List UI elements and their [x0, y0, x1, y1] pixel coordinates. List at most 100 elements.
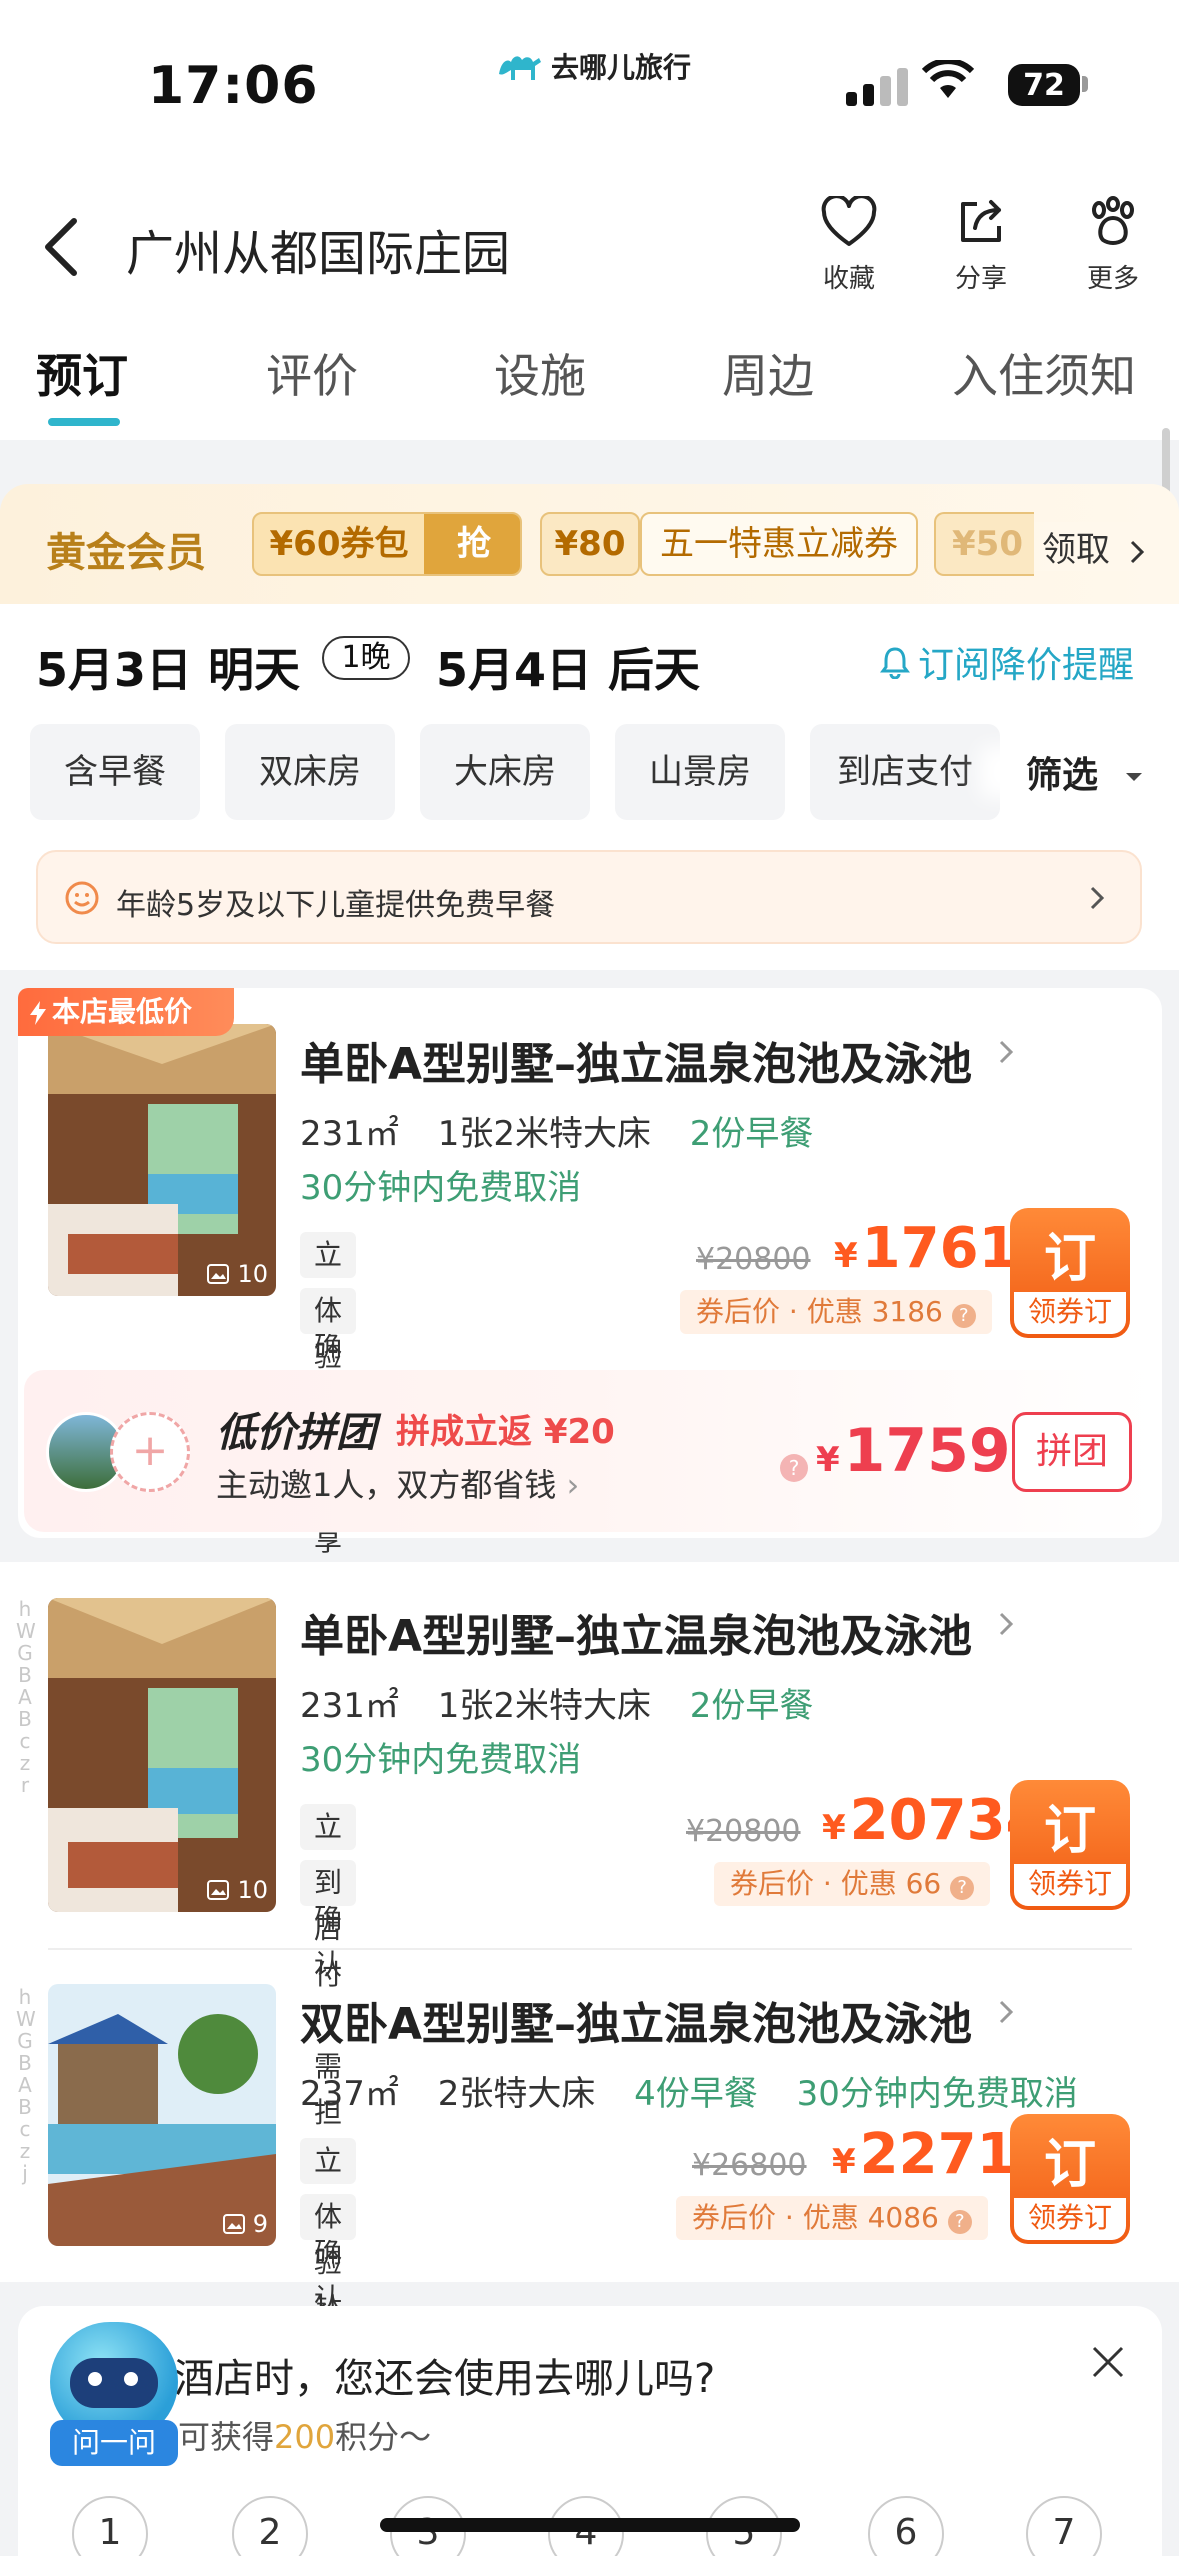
instant-confirm-tag: 立即确认: [300, 1232, 357, 1409]
favorite-label: 收藏: [822, 264, 875, 294]
caret-down-icon: [1125, 773, 1142, 781]
lowest-price-label: 本店最低价: [52, 995, 193, 1028]
back-arrow-icon[interactable]: [40, 215, 84, 279]
home-indicator[interactable]: [380, 2518, 800, 2532]
room-breakfast: 2份早餐: [689, 1114, 814, 1154]
group-buy-button[interactable]: 拼团: [1012, 1412, 1132, 1492]
checkin-date[interactable]: 5月3日 明天: [36, 634, 300, 700]
book-sub-label: 领券订: [1014, 1292, 1126, 1334]
instant-confirm-tag: 立即确认: [300, 1804, 357, 1981]
currency: ¥: [816, 1440, 840, 1480]
filter-chip-king[interactable]: 大床房: [420, 724, 590, 820]
book-button[interactable]: 订 领券订: [1010, 1208, 1130, 1338]
coupon-partial[interactable]: ¥50: [934, 512, 1034, 576]
currency: ¥: [834, 1236, 858, 1276]
diamond-tag: 体验钻石专享: [300, 2194, 357, 2463]
claim-coupons-link[interactable]: 领取: [1034, 522, 1147, 571]
room-title: 单卧A型别墅–独立温泉泡池及泳池: [300, 1611, 973, 1662]
brand-name: 去哪儿旅行: [551, 51, 692, 84]
help-icon: ?: [951, 1304, 976, 1328]
room-breakfast: 2份早餐: [689, 1686, 814, 1726]
notice-text: 年龄5岁及以下儿童提供免费早餐: [116, 888, 556, 923]
help-icon: ?: [950, 1876, 975, 1900]
room-specs: 231㎡ 1张2米特大床 2份早餐: [300, 1678, 813, 1727]
villa-photo-icon: [48, 1984, 276, 2246]
room-title: 双卧A型别墅–独立温泉泡池及泳池: [300, 1999, 973, 2050]
share-label: 分享: [954, 264, 1007, 294]
nights-badge: 1晚: [322, 636, 410, 680]
room-photo[interactable]: 9: [48, 1984, 276, 2246]
photo-count: 10: [207, 1260, 268, 1288]
tab-reviews[interactable]: 评价: [266, 340, 358, 406]
cellular-signal-icon: [846, 66, 908, 106]
discount-text: 券后价 · 优惠 3186: [696, 1295, 943, 1328]
photo-count: 9: [222, 2210, 268, 2238]
chevron-right-icon: [1090, 886, 1105, 910]
checkout-date[interactable]: 5月4日 后天: [436, 634, 700, 700]
heart-icon: [821, 196, 877, 246]
claim-label: 领取: [1042, 530, 1110, 570]
filter-chip-mountain-view[interactable]: 山景房: [615, 724, 785, 820]
image-icon: [207, 1264, 230, 1284]
active-tab-indicator: [48, 418, 120, 426]
tab-nearby[interactable]: 周边: [722, 340, 814, 406]
filter-label: 筛选: [1026, 755, 1099, 796]
group-buy-banner[interactable]: + 低价拼团 拼成立返 ¥20 主动邀1人，双方都省钱 › ? ¥17594 拼…: [24, 1370, 1156, 1532]
wifi-icon: [922, 60, 974, 98]
filter-button[interactable]: 筛选: [1000, 746, 1145, 798]
app-brand: 去哪儿旅行: [495, 46, 691, 86]
assistant-bot-button[interactable]: 问一问: [50, 2322, 178, 2470]
discount-info: 券后价 · 优惠 66 ?: [714, 1862, 991, 1906]
book-button[interactable]: 订 领券订: [1010, 1780, 1130, 1910]
bot-label: 问一问: [50, 2420, 178, 2466]
filter-chip-twin[interactable]: 双床房: [225, 724, 395, 820]
bedroom-photo-icon: [48, 1598, 276, 1912]
filter-chip-breakfast[interactable]: 含早餐: [30, 724, 200, 820]
share-button[interactable]: 分享: [936, 196, 1026, 295]
invite-plus-icon: +: [110, 1412, 190, 1492]
book-button[interactable]: 订 领券订: [1010, 2114, 1130, 2244]
room-bed: 1张2米特大床: [437, 1686, 651, 1726]
group-buy-desc: 主动邀1人，双方都省钱 ›: [216, 1460, 579, 1506]
cancel-policy: 30分钟内免费取消: [300, 1168, 582, 1208]
survey-question: 酒店时，您还会使用去哪儿吗?: [174, 2356, 716, 2402]
may-day-coupon[interactable]: 五一特惠立减券: [640, 512, 918, 576]
filter-chip-pay-at-hotel[interactable]: 到店支付: [810, 724, 1000, 820]
chevron-right-icon: [999, 1612, 1014, 1636]
tab-facilities[interactable]: 设施: [494, 340, 586, 406]
side-watermark: h W G B A B c z r: [16, 1597, 36, 1797]
cancel-policy: 30分钟内免费取消: [300, 1740, 582, 1780]
reward-suffix: 积分～: [335, 2418, 432, 2456]
help-icon: ?: [780, 1454, 808, 1482]
close-icon[interactable]: [1090, 2344, 1126, 2380]
smiley-icon: [65, 881, 99, 915]
tab-checkin-notes[interactable]: 入住须知: [952, 340, 1136, 406]
room-photo[interactable]: 10: [48, 1598, 276, 1912]
battery-tip: [1082, 76, 1088, 92]
more-label: 更多: [1086, 264, 1139, 294]
image-icon: [207, 1880, 230, 1900]
camel-logo-icon: [499, 56, 541, 80]
more-button[interactable]: 更多: [1068, 196, 1158, 295]
help-icon: ?: [947, 2210, 972, 2234]
reward-points: 200: [274, 2418, 336, 2456]
book-sub-label: 领券订: [1014, 1864, 1126, 1906]
battery-level: 72: [1023, 67, 1065, 103]
paw-icon: [1092, 196, 1134, 245]
child-breakfast-notice[interactable]: 年龄5岁及以下儿童提供免费早餐: [36, 850, 1142, 944]
coupon-80[interactable]: ¥80: [540, 512, 640, 576]
instant-confirm-tag: 立即确认: [300, 2138, 357, 2315]
cancel-policy: 30分钟内免费取消: [796, 2074, 1078, 2114]
favorite-button[interactable]: 收藏: [804, 196, 894, 295]
tab-booking[interactable]: 预订: [36, 340, 128, 406]
room-photo[interactable]: 10: [48, 1024, 276, 1296]
pay-at-hotel-tag: 到店付 · 需担保: [300, 1860, 357, 2175]
price-alert-link[interactable]: 订阅降价提醒: [880, 636, 1134, 688]
discount-info: 券后价 · 优惠 4086 ?: [676, 2196, 988, 2240]
book-sub-label: 领券订: [1014, 2198, 1126, 2240]
diamond-tag: 体验钻石专享: [300, 1288, 357, 1557]
coupon-pack-button[interactable]: ¥60券包 抢: [252, 512, 522, 576]
bedroom-photo-icon: [48, 1024, 276, 1296]
lightning-icon: [30, 1001, 46, 1025]
discount-text: 券后价 · 优惠 66: [730, 1867, 942, 1900]
